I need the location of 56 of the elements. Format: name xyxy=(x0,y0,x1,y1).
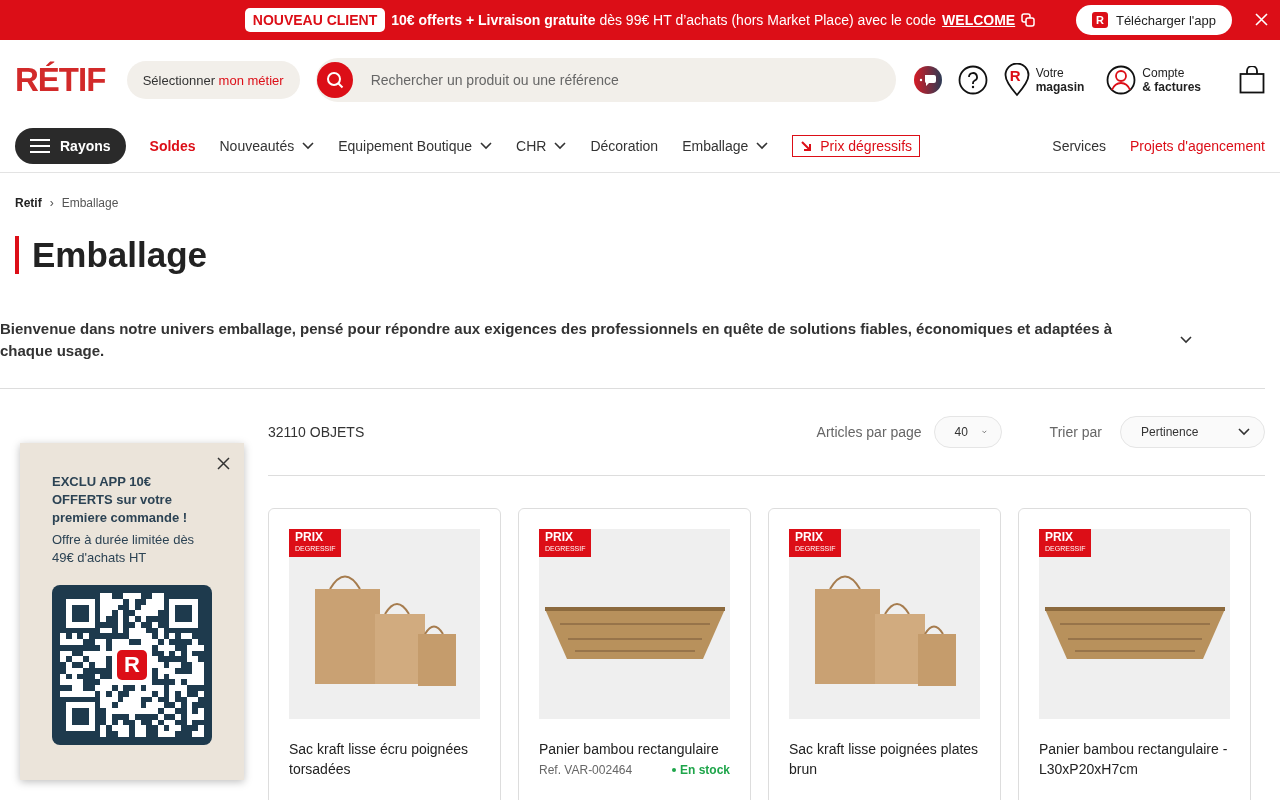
download-app-button[interactable]: R Télécharger l'app xyxy=(1075,5,1232,35)
chevron-down-icon xyxy=(302,142,315,150)
nav-menu-item[interactable]: CHR xyxy=(516,138,567,154)
nav-link[interactable]: Projets d'agencement xyxy=(1130,138,1265,154)
promo-code-link[interactable]: WELCOME xyxy=(942,12,1016,28)
chevron-down-icon xyxy=(981,428,987,436)
chevron-down-icon xyxy=(756,142,769,150)
result-count: 32110 OBJETS xyxy=(268,424,366,440)
sort-dropdown[interactable]: Pertinence xyxy=(1120,416,1265,448)
product-reference: Ref. VAR-002464 xyxy=(539,763,633,777)
qr-code: R xyxy=(52,585,212,745)
product-name[interactable]: Sac kraft lisse poignées plates brun xyxy=(789,739,980,779)
nav-menu-item[interactable]: Nouveautés xyxy=(219,138,315,154)
chevron-down-icon xyxy=(1238,428,1250,436)
per-page-dropdown[interactable]: 40 xyxy=(933,416,1002,448)
nav-menu-item[interactable]: Emballage xyxy=(682,138,769,154)
account-link[interactable]: Compte & factures xyxy=(1106,65,1201,95)
nav-menu-item[interactable]: Equipement Boutique xyxy=(338,138,493,154)
menu-icon xyxy=(30,139,50,153)
nav-link[interactable]: Services xyxy=(1052,138,1106,154)
copy-icon[interactable] xyxy=(1021,13,1036,27)
search-field[interactable]: Rechercher un produit ou une référence xyxy=(315,58,896,102)
search-icon xyxy=(325,71,344,89)
job-selector-button[interactable]: Sélectionner mon métier xyxy=(126,61,300,99)
logo[interactable]: RÉTIF xyxy=(15,61,111,99)
breadcrumb-link[interactable]: Emballage xyxy=(61,196,119,210)
departments-menu-button[interactable]: Rayons xyxy=(15,128,126,164)
product-name[interactable]: Panier bambou rectangulaire xyxy=(539,739,730,759)
popup-text: Offre à durée limitée dès 49€ d'achats HT xyxy=(52,531,196,567)
help-icon[interactable] xyxy=(957,65,988,95)
breadcrumb-separator: › xyxy=(49,196,54,210)
page-title: Emballage xyxy=(15,236,1265,274)
category-description: Bienvenue dans notre univers emballage, pensé pour répondre aux exigences des professionnels en quête de solutions fiables, économiques et adaptées à chaque usage. xyxy=(0,319,1113,361)
chat-assistant-icon[interactable] xyxy=(913,66,942,94)
expand-chevron-icon xyxy=(1180,336,1192,344)
chevron-down-icon xyxy=(554,142,567,150)
sort-label: Trier par xyxy=(1049,424,1102,440)
breadcrumb-link[interactable]: Retif xyxy=(15,196,42,210)
nav-link[interactable]: Soldes xyxy=(149,138,196,154)
arrow-down-right-icon xyxy=(800,140,813,152)
new-customer-badge: NOUVEAU CLIENT xyxy=(244,8,386,32)
popup-title: EXCLU APP 10€ OFFERTS sur votre premiere commande ! xyxy=(52,473,189,527)
store-link[interactable]: R Votre magasin xyxy=(1003,63,1085,97)
per-page-label: Articles par page xyxy=(816,424,922,440)
nav-link[interactable]: Décoration xyxy=(590,138,659,154)
product-name[interactable]: Panier bambou rectangulaire - L30xP20xH7cm xyxy=(1039,739,1230,779)
product-name[interactable]: Sac kraft lisse écru poignées torsadées xyxy=(289,739,480,779)
user-icon xyxy=(1106,65,1137,95)
close-icon[interactable] xyxy=(1255,13,1268,26)
search-input[interactable]: Rechercher un produit ou une référence xyxy=(368,71,896,89)
chevron-down-icon xyxy=(480,142,493,150)
shopping-bag-icon[interactable] xyxy=(1239,66,1265,94)
promo-message: 10€ offerts + Livraison gratuite dès 99€ HT d’achats (hors Market Place) avec le code xyxy=(391,12,937,28)
stock-status: En stock xyxy=(672,763,730,777)
location-pin-icon xyxy=(1003,63,1030,97)
search-button[interactable] xyxy=(316,62,353,98)
